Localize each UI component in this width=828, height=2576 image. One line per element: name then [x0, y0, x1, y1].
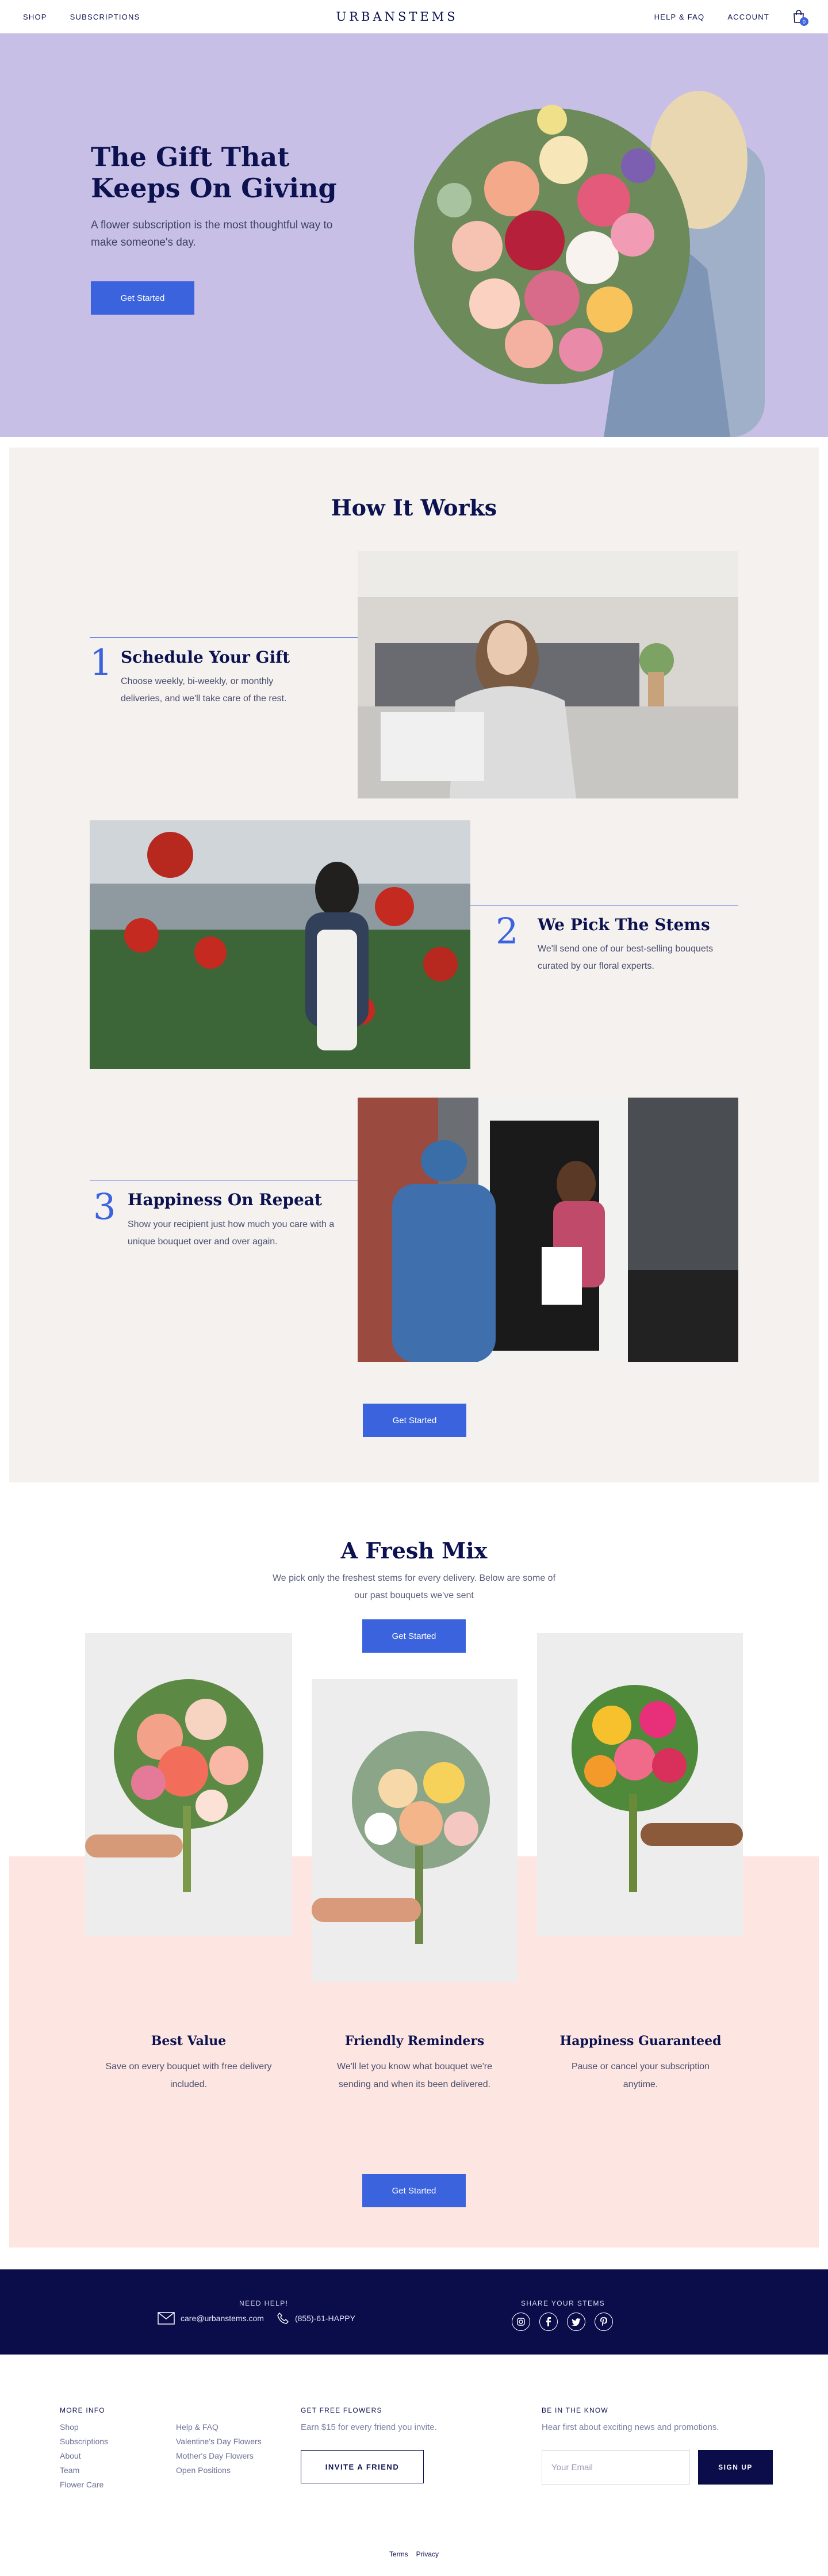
fresh-mix-section: A Fresh Mix We pick only the freshest st… — [0, 1482, 828, 2269]
nav-right: HELP & FAQ ACCOUNT 0 — [654, 10, 808, 26]
facebook-icon[interactable] — [539, 2313, 558, 2331]
bouquet-card-1 — [85, 1633, 292, 1936]
support-phone-link[interactable]: (855)-61-HAPPY — [295, 2314, 355, 2323]
benefit-text-1: Save on every bouquet with free delivery… — [105, 2062, 272, 2090]
cart-button[interactable]: 0 — [792, 10, 808, 26]
contact-row: care@urbanstems.com (855)-61-HAPPY — [158, 2312, 355, 2325]
bouquet-card-3 — [537, 1633, 743, 1936]
signup-button[interactable]: SIGN UP — [698, 2450, 773, 2485]
footer-links-col-1: Shop Subscriptions About Team Flower Car… — [60, 2422, 108, 2489]
footer-link-about[interactable]: About — [60, 2451, 108, 2460]
hero-subtitle: A flower subscription is the most though… — [91, 219, 333, 249]
footer: MORE INFO Shop Subscriptions About Team … — [0, 2355, 828, 2570]
footer-link-mothers-day[interactable]: Mother's Day Flowers — [176, 2451, 262, 2460]
privacy-link[interactable]: Privacy — [416, 2550, 439, 2558]
hero-bouquet-image — [414, 91, 765, 437]
invite-friend-button[interactable]: INVITE A FRIEND — [301, 2450, 424, 2483]
step-2-image — [90, 820, 470, 1069]
twitter-icon[interactable] — [567, 2313, 585, 2331]
free-flowers-heading: GET FREE FLOWERS — [301, 2406, 382, 2414]
footer-links-col-2: Help & FAQ Valentine's Day Flowers Mothe… — [176, 2422, 262, 2475]
benefit-text-2: We'll let you know what bouquet we're se… — [337, 2062, 492, 2090]
nav-shop[interactable]: SHOP — [23, 13, 47, 21]
hero: The Gift That Keeps On Giving A flower s… — [0, 33, 828, 437]
be-in-the-know-heading: BE IN THE KNOW — [542, 2406, 608, 2414]
step-2-number: 2 — [496, 910, 519, 952]
nav-account[interactable]: ACCOUNT — [727, 13, 769, 21]
phone-icon — [277, 2312, 289, 2324]
bouquet-card-2 — [312, 1679, 518, 1982]
benefit-title-1: Best Value — [151, 2034, 227, 2048]
step-1-text: Choose weekly, bi-weekly, or monthly del… — [121, 677, 287, 704]
support-email-link[interactable]: care@urbanstems.com — [181, 2314, 264, 2323]
instagram-icon[interactable] — [512, 2313, 530, 2331]
top-nav: SHOP SUBSCRIPTIONS URBANSTEMS HELP & FAQ… — [0, 0, 828, 33]
step-1-line — [90, 637, 358, 638]
more-info-heading: MORE INFO — [60, 2406, 105, 2414]
step-3-text: Show your recipient just how much you ca… — [128, 1220, 335, 1247]
be-in-the-know-text: Hear first about exciting news and promo… — [542, 2422, 719, 2432]
step-1-title: Schedule Your Gift — [121, 648, 290, 667]
social-links — [512, 2313, 613, 2331]
free-flowers-text: Earn $15 for every friend you invite. — [301, 2422, 437, 2432]
benefit-title-2: Friendly Reminders — [344, 2034, 485, 2048]
logo[interactable]: URBANSTEMS — [336, 10, 458, 24]
footer-link-help-faq[interactable]: Help & FAQ — [176, 2422, 262, 2432]
nav-help-faq[interactable]: HELP & FAQ — [654, 13, 705, 21]
step-2-title: We Pick The Stems — [538, 915, 710, 934]
step-3-image — [358, 1098, 738, 1362]
newsletter-email-input[interactable] — [542, 2450, 690, 2485]
step-1-number: 1 — [90, 641, 113, 683]
mix-get-started-button-top[interactable]: Get Started — [362, 1619, 466, 1653]
step-3-title: Happiness On Repeat — [128, 1190, 322, 1209]
hero-get-started-button[interactable]: Get Started — [91, 281, 194, 315]
fresh-mix-subtitle: We pick only the freshest stems for ever… — [272, 1573, 556, 1601]
hero-title: The Gift That Keeps On Giving — [91, 142, 337, 204]
hero-copy: The Gift That Keeps On Giving A flower s… — [91, 142, 344, 315]
step-1-image — [358, 551, 738, 798]
footer-link-valentines[interactable]: Valentine's Day Flowers — [176, 2437, 262, 2446]
how-get-started-button[interactable]: Get Started — [363, 1404, 466, 1437]
terms-link[interactable]: Terms — [389, 2550, 408, 2558]
nav-subscriptions[interactable]: SUBSCRIPTIONS — [70, 13, 140, 21]
footer-link-subscriptions[interactable]: Subscriptions — [60, 2437, 108, 2446]
mail-icon — [158, 2312, 175, 2325]
nav-left: SHOP SUBSCRIPTIONS — [23, 13, 140, 21]
footer-link-open-positions[interactable]: Open Positions — [176, 2466, 262, 2475]
footer-link-shop[interactable]: Shop — [60, 2422, 108, 2432]
footer-link-flower-care[interactable]: Flower Care — [60, 2480, 108, 2489]
cart-count-badge: 0 — [800, 17, 808, 26]
step-3-number: 3 — [93, 1186, 116, 1228]
how-it-works-section: How It Works 1 Schedule Your Gift Choose… — [9, 448, 819, 1482]
fresh-mix-title: A Fresh Mix — [340, 1538, 488, 1564]
benefit-title-3: Happiness Guaranteed — [559, 2034, 722, 2048]
pinterest-icon[interactable] — [595, 2313, 613, 2331]
mix-get-started-button-bottom[interactable]: Get Started — [362, 2174, 466, 2207]
share-stems-label: SHARE YOUR STEMS — [521, 2299, 605, 2307]
benefit-text-3: Pause or cancel your subscription anytim… — [571, 2062, 710, 2090]
step-2-text: We'll send one of our best-selling bouqu… — [538, 944, 714, 971]
footer-link-team[interactable]: Team — [60, 2466, 108, 2475]
help-bar: NEED HELP! care@urbanstems.com (855)-61-… — [0, 2269, 828, 2355]
legal-links: Terms Privacy — [0, 2550, 828, 2558]
need-help-label: NEED HELP! — [239, 2299, 289, 2307]
how-it-works-title: How It Works — [331, 495, 497, 521]
